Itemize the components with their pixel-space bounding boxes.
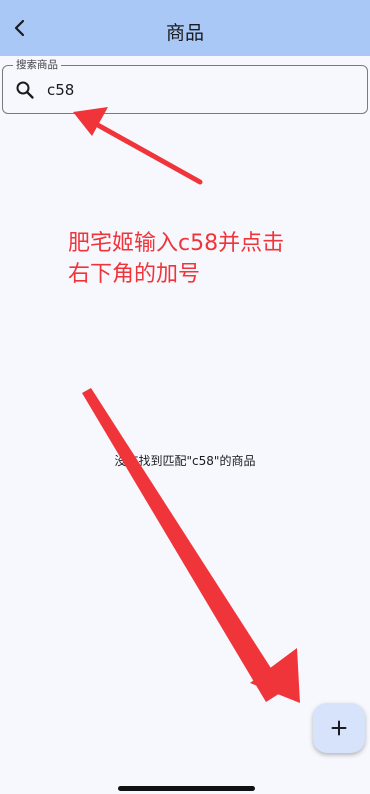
page-title: 商品 xyxy=(165,22,204,44)
plus-icon xyxy=(331,720,347,736)
add-product-button[interactable] xyxy=(313,703,365,753)
search-icon xyxy=(16,81,34,99)
home-indicator[interactable] xyxy=(118,786,255,791)
annotation-text: 肥宅姬输入c58并点击 右下角的加号 xyxy=(68,228,328,290)
search-field[interactable]: 搜索商品 xyxy=(2,58,368,114)
annotation-line-1: 肥宅姬输入c58并点击 xyxy=(68,231,285,256)
annotation-arrows xyxy=(73,107,300,703)
empty-state-message: 没有找到匹配"c58"的商品 xyxy=(114,454,256,468)
arrow-to-search xyxy=(73,107,203,185)
arrow-to-fab xyxy=(82,388,300,703)
search-field-label: 搜索商品 xyxy=(13,58,61,72)
annotation-line-2: 右下角的加号 xyxy=(68,262,201,287)
search-input[interactable] xyxy=(47,76,347,104)
app-bar: 商品 xyxy=(0,0,370,56)
